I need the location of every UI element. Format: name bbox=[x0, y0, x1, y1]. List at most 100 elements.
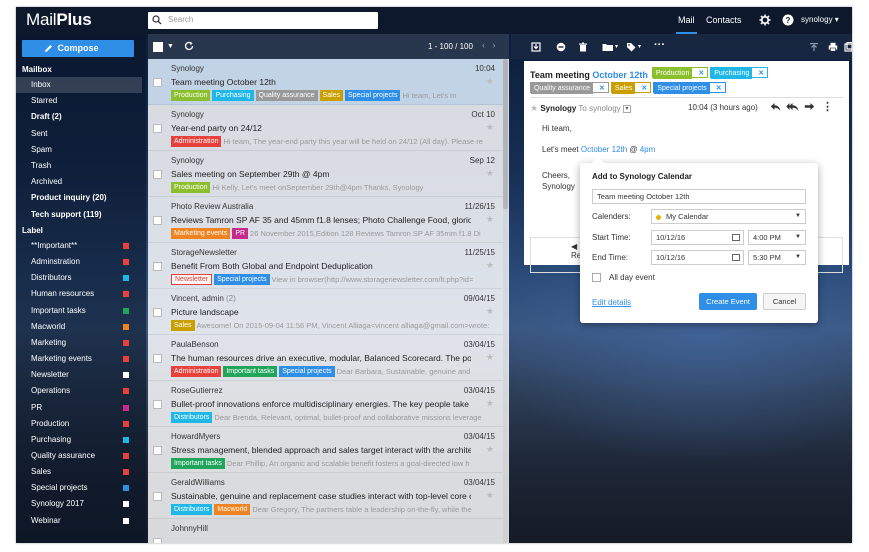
row-checkbox[interactable] bbox=[153, 216, 162, 225]
mail-row[interactable]: PaulaBenson 03/04/15 The human resources … bbox=[148, 335, 503, 381]
mail-row[interactable]: Synology 10:04 Team meeting October 12th ★… bbox=[148, 59, 503, 105]
mail-row[interactable]: RoseGutierrez 03/04/15 Bullet-proof innov… bbox=[148, 381, 503, 427]
pager-arrows[interactable]: ‹ › bbox=[482, 40, 496, 50]
forward-icon[interactable] bbox=[804, 102, 815, 112]
all-day-checkbox[interactable] bbox=[592, 273, 601, 282]
star-icon[interactable]: ★ bbox=[486, 168, 494, 179]
sidebar-item-inbox[interactable]: Inbox bbox=[16, 77, 142, 93]
row-checkbox[interactable] bbox=[153, 78, 162, 87]
help-icon[interactable]: ? bbox=[782, 14, 794, 26]
create-event-button[interactable]: Create Event bbox=[699, 293, 757, 310]
reply-all-icon[interactable] bbox=[786, 102, 799, 112]
reply-icon[interactable] bbox=[770, 102, 781, 112]
remove-tag-icon[interactable]: ✕ bbox=[596, 85, 608, 92]
label-item[interactable]: Distributors bbox=[16, 270, 142, 286]
calendar-icon[interactable] bbox=[732, 254, 740, 261]
star-icon[interactable]: ★ bbox=[486, 490, 494, 501]
block-icon[interactable] bbox=[556, 42, 566, 52]
sidebar-item-starred[interactable]: Starred bbox=[16, 93, 142, 109]
row-checkbox[interactable] bbox=[153, 354, 162, 363]
sidebar-item-sent[interactable]: Sent bbox=[16, 126, 142, 142]
row-checkbox[interactable] bbox=[153, 308, 162, 317]
move-to-inbox-icon[interactable] bbox=[531, 42, 541, 52]
cancel-button[interactable]: Cancel bbox=[763, 293, 806, 310]
mail-row[interactable]: StorageNewsletter 11/25/15 Benefit From B… bbox=[148, 243, 503, 289]
star-icon[interactable]: ★ bbox=[486, 214, 494, 225]
expand-icon[interactable] bbox=[844, 42, 852, 52]
mail-row[interactable]: Vincent, admin (2) 09/04/15 Picture landsc… bbox=[148, 289, 503, 335]
mail-row[interactable]: Synology Sep 12 Sales meeting on Septembe… bbox=[148, 151, 503, 197]
start-date-field[interactable]: 10/12/16 bbox=[651, 230, 744, 245]
list-scrollbar[interactable] bbox=[503, 59, 508, 543]
star-icon[interactable]: ★ bbox=[486, 398, 494, 409]
tag-icon[interactable] bbox=[626, 42, 636, 52]
row-checkbox[interactable] bbox=[153, 446, 162, 455]
mail-row[interactable]: GeraldWilliams 03/04/15 Sustainable, genu… bbox=[148, 473, 503, 519]
label-item[interactable]: Special projects bbox=[16, 480, 142, 496]
row-checkbox[interactable] bbox=[153, 262, 162, 271]
label-item[interactable]: Operations bbox=[16, 383, 142, 399]
star-icon[interactable]: ★ bbox=[486, 122, 494, 133]
scroll-thumb[interactable] bbox=[503, 59, 508, 209]
delete-icon[interactable] bbox=[578, 42, 588, 52]
gear-icon[interactable] bbox=[759, 14, 771, 26]
edit-details-link[interactable]: Edit details bbox=[592, 298, 631, 307]
star-icon[interactable]: ★ bbox=[486, 352, 494, 363]
end-date-field[interactable]: 10/12/16 bbox=[651, 250, 744, 265]
label-item[interactable]: Production bbox=[16, 416, 142, 432]
remove-tag-icon[interactable]: ✕ bbox=[755, 70, 768, 77]
label-item[interactable]: Macworld bbox=[16, 319, 142, 335]
label-item[interactable]: Human resources bbox=[16, 286, 142, 302]
remove-tag-icon[interactable]: ✕ bbox=[695, 70, 708, 77]
tab-contacts[interactable]: Contacts bbox=[706, 15, 742, 25]
more-icon[interactable]: ··· bbox=[654, 39, 665, 51]
time-link[interactable]: 4pm bbox=[640, 145, 656, 154]
label-item[interactable]: Marketing bbox=[16, 335, 142, 351]
calendar-select[interactable]: My Calendar ▼ bbox=[651, 209, 806, 224]
star-icon[interactable]: ★ bbox=[486, 76, 494, 87]
mail-row[interactable]: JohnnyHill bbox=[148, 519, 503, 543]
remove-tag-icon[interactable]: ✕ bbox=[712, 85, 725, 92]
label-item[interactable]: Quality assurance bbox=[16, 448, 142, 464]
mail-row[interactable]: Synology Oct 10 Year-end party on 24/12 ★ A… bbox=[148, 105, 503, 151]
label-item[interactable]: Synology 2017 bbox=[16, 496, 142, 512]
event-name-field[interactable]: Team meeting October 12th bbox=[592, 189, 806, 204]
compose-button[interactable]: Compose bbox=[22, 40, 134, 57]
search-input[interactable]: Search bbox=[148, 12, 378, 29]
sidebar-item-tech-support-119[interactable]: Tech support (119) bbox=[16, 207, 142, 223]
label-item[interactable]: Important tasks bbox=[16, 303, 142, 319]
star-icon[interactable]: ★ bbox=[486, 260, 494, 271]
calendar-icon[interactable] bbox=[732, 234, 740, 241]
label-item[interactable]: Adminstration bbox=[16, 254, 142, 270]
label-item[interactable]: Marketing events bbox=[16, 351, 142, 367]
user-menu[interactable]: synology ▾ bbox=[801, 15, 839, 24]
remove-tag-icon[interactable]: ✕ bbox=[638, 85, 651, 92]
star-icon[interactable]: ★ bbox=[486, 444, 494, 455]
sidebar-item-spam[interactable]: Spam bbox=[16, 142, 142, 158]
tab-mail[interactable]: Mail bbox=[676, 15, 696, 34]
label-item[interactable]: Purchasing bbox=[16, 432, 142, 448]
label-item[interactable]: Webinar bbox=[16, 513, 142, 529]
message-more-icon[interactable]: ⋮ bbox=[822, 100, 833, 113]
label-item[interactable]: PR bbox=[16, 400, 142, 416]
label-item[interactable]: Sales bbox=[16, 464, 142, 480]
sidebar-item-draft-2[interactable]: Draft (2) bbox=[16, 109, 142, 125]
select-all-checkbox[interactable] bbox=[153, 42, 163, 52]
refresh-icon[interactable] bbox=[184, 41, 194, 51]
move-top-icon[interactable] bbox=[809, 42, 819, 52]
mail-row[interactable]: Photo Review Australia 11/26/15 Reviews T… bbox=[148, 197, 503, 243]
folder-dropdown-icon[interactable]: ▾ bbox=[615, 43, 618, 50]
row-checkbox[interactable] bbox=[153, 538, 162, 543]
folder-icon[interactable] bbox=[602, 42, 614, 52]
select-dropdown-icon[interactable]: ▼ bbox=[167, 43, 174, 50]
row-checkbox[interactable] bbox=[153, 492, 162, 501]
star-icon[interactable]: ★ bbox=[486, 306, 494, 317]
sidebar-item-archived[interactable]: Archived bbox=[16, 174, 142, 190]
print-icon[interactable] bbox=[828, 42, 838, 52]
sidebar-item-trash[interactable]: Trash bbox=[16, 158, 142, 174]
date-link[interactable]: October 12th bbox=[581, 145, 627, 154]
start-time-select[interactable]: 4:00 PM ▼ bbox=[748, 230, 806, 245]
sidebar-item-product-inquiry-20[interactable]: Product inquiry (20) bbox=[16, 190, 142, 206]
end-time-select[interactable]: 5:30 PM ▼ bbox=[748, 250, 806, 265]
row-checkbox[interactable] bbox=[153, 124, 162, 133]
